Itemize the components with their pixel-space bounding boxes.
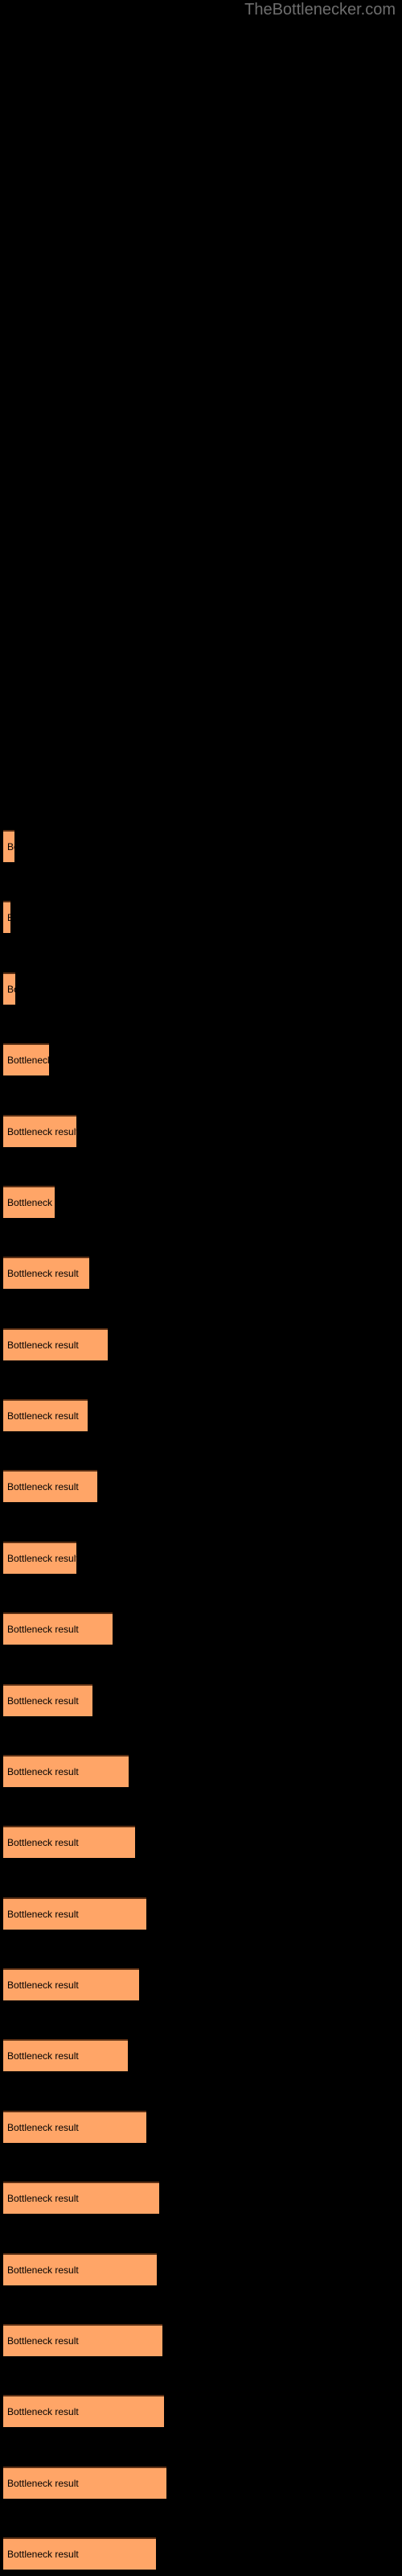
chart-page: TheBottlenecker.com Bottleneck resultBot… <box>0 0 402 2576</box>
bar[interactable]: Bottleneck result <box>3 2467 166 2499</box>
bar-label: Bottleneck result <box>7 1624 79 1635</box>
bar[interactable]: Bottleneck result <box>3 1328 108 1360</box>
bar-label: Bottleneck result <box>7 2549 79 2560</box>
bar[interactable]: Bottleneck result <box>3 1542 76 1574</box>
bar[interactable]: Bottleneck result <box>3 1399 88 1431</box>
bar[interactable]: Bottleneck result <box>3 1968 139 2000</box>
bar-label: Bottleneck result <box>7 1766 79 1777</box>
bar[interactable]: Bottleneck result <box>3 1684 92 1716</box>
bar-label: Bottleneck result <box>7 2335 79 2347</box>
bar-label: Bottleneck result <box>7 1695 79 1707</box>
bar[interactable]: Bottleneck result <box>3 2253 157 2285</box>
bar[interactable]: Bottleneck result <box>3 1257 89 1289</box>
bar[interactable]: Bottleneck result <box>3 1470 97 1502</box>
bar-label: Bottleneck result <box>7 2122 79 2133</box>
bar[interactable]: Bottleneck result <box>3 2111 146 2143</box>
bar-label: Bottleneck result <box>7 984 15 995</box>
bar-label: Bottleneck result <box>7 1268 79 1279</box>
bar[interactable]: Bottleneck result <box>3 1115 76 1147</box>
bar-label: Bottleneck result <box>7 1410 79 1422</box>
bar[interactable]: Bottleneck result <box>3 2324 162 2356</box>
bar[interactable]: Bottleneck result <box>3 1826 135 1858</box>
bar-label: Bottleneck result <box>7 841 14 852</box>
bar[interactable]: Bottleneck result <box>3 2537 156 2570</box>
bar-label: Bottleneck result <box>7 1481 79 1492</box>
bar-label: Bottleneck result <box>7 1909 79 1920</box>
bar[interactable]: Bottleneck result <box>3 2039 128 2071</box>
bar-label: Bottleneck result <box>7 2478 79 2489</box>
bar-label: Bottleneck result <box>7 1979 79 1991</box>
bar[interactable]: Bottleneck result <box>3 901 10 933</box>
bar[interactable]: Bottleneck result <box>3 972 15 1005</box>
bar-label: Bottleneck result <box>7 1197 55 1208</box>
bar-label: Bottleneck result <box>7 1553 76 1564</box>
bar-label: Bottleneck result <box>7 1837 79 1848</box>
bar-label: Bottleneck result <box>7 2406 79 2417</box>
bar[interactable]: Bottleneck result <box>3 1897 146 1930</box>
bar[interactable]: Bottleneck result <box>3 830 14 862</box>
bar-label: Bottleneck result <box>7 912 10 923</box>
bar-label: Bottleneck result <box>7 1055 49 1066</box>
bar-chart: Bottleneck result Bottleneck result Bottle… <box>0 0 402 2576</box>
bar[interactable]: Bottleneck result <box>3 2395 164 2427</box>
bar[interactable]: Bottleneck result <box>3 1755 129 1787</box>
bar-label: Bottleneck result <box>7 2050 79 2062</box>
bar[interactable]: Bottleneck result <box>3 2182 159 2214</box>
bar-label: Bottleneck result <box>7 2264 79 2276</box>
bar-label: Bottleneck result <box>7 2193 79 2204</box>
bar[interactable]: Bottleneck result <box>3 1186 55 1218</box>
bar-label: Bottleneck result <box>7 1126 76 1137</box>
bar[interactable]: Bottleneck result <box>3 1612 113 1645</box>
bar-label: Bottleneck result <box>7 1340 79 1351</box>
bar[interactable]: Bottleneck result <box>3 1043 49 1075</box>
